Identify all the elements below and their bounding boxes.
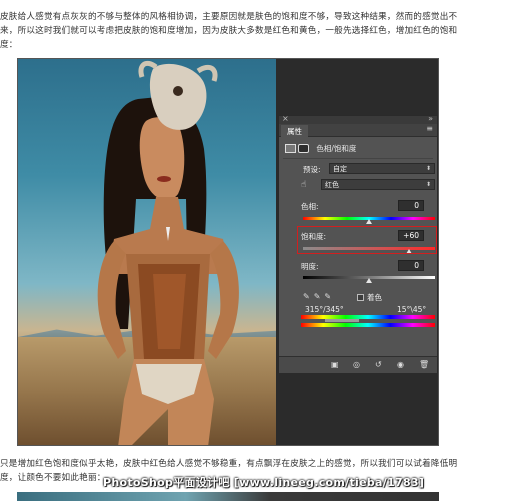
range-right-degrees: 15°\45° (397, 305, 427, 314)
panel-tab-row: 属性 ≡ (279, 124, 437, 137)
view-previous-icon[interactable]: ◎ (353, 360, 360, 369)
panel-title-bar[interactable]: × » (279, 114, 437, 124)
preset-label: 预设: (303, 165, 321, 174)
lightness-value-field[interactable]: 0 (398, 260, 424, 271)
panel-footer: ▣ ◎ ↺ ◉ 🗑 (279, 356, 437, 373)
checkbox-box[interactable] (357, 294, 364, 301)
preset-value: 自定 (333, 165, 347, 173)
article-paragraph-top: 皮肤给人感觉有点灰灰的不够与整体的风格相协调，主要原因就是肤色的饱和度不够，导致… (0, 12, 458, 50)
eyedropper-minus-icon[interactable]: ✎ (324, 292, 335, 301)
output-color-bar (301, 323, 435, 327)
channel-dropdown[interactable]: 红色 ⬍ (321, 179, 435, 190)
clip-to-layer-icon[interactable]: ▣ (331, 360, 339, 369)
adjustment-title: 色相/饱和度 (316, 144, 357, 153)
mask-icon[interactable] (298, 144, 309, 153)
close-icon[interactable]: × (282, 114, 289, 123)
adjustment-layer-icon (285, 144, 296, 153)
properties-panel: × » 属性 ≡ 色相/饱和度 预设: 自定 ⬍ ☝ 红色 ⬍ 色相: 0 饱和… (278, 114, 438, 373)
channel-value: 红色 (325, 181, 339, 189)
tab-properties[interactable]: 属性 (281, 125, 308, 137)
hand-target-icon[interactable]: ☝ (301, 180, 306, 190)
chevron-down-icon: ⬍ (425, 165, 431, 172)
adjustment-header: 色相/饱和度 (285, 143, 435, 155)
preset-dropdown[interactable]: 自定 ⬍ (329, 163, 435, 174)
collapse-icon[interactable]: » (428, 114, 433, 123)
range-left-degrees: 315°/345° (305, 305, 344, 314)
color-range-slider[interactable] (325, 319, 359, 322)
photo-figure-shapes (97, 60, 239, 445)
model-photo (18, 59, 276, 445)
lightness-label: 明度: (301, 262, 319, 271)
lightness-slider-thumb[interactable] (366, 278, 372, 283)
hue-slider-thumb[interactable] (366, 219, 372, 224)
eyedropper-group: ✎✎✎ (303, 292, 335, 301)
colorize-label: 着色 (367, 293, 382, 302)
reset-icon[interactable]: ↺ (375, 360, 382, 369)
colorize-checkbox[interactable]: 着色 (357, 292, 382, 303)
hue-label: 色相: (301, 202, 319, 211)
site-watermark: PhotoShop平面设计吧 [www.lineeg.com/tieba/178… (103, 476, 425, 489)
eyedropper-icon[interactable]: ✎ (303, 292, 314, 301)
next-figure-preview (17, 492, 439, 501)
chevron-down-icon: ⬍ (425, 181, 431, 188)
visibility-eye-icon[interactable]: ◉ (397, 360, 404, 369)
eyedropper-plus-icon[interactable]: ✎ (314, 292, 325, 301)
hue-value-field[interactable]: 0 (398, 200, 424, 211)
saturation-highlight-box (297, 226, 437, 254)
panel-menu-icon[interactable]: ≡ (426, 124, 433, 133)
trash-icon[interactable]: 🗑 (419, 360, 429, 369)
divider (283, 158, 433, 159)
input-color-bar (301, 315, 435, 319)
